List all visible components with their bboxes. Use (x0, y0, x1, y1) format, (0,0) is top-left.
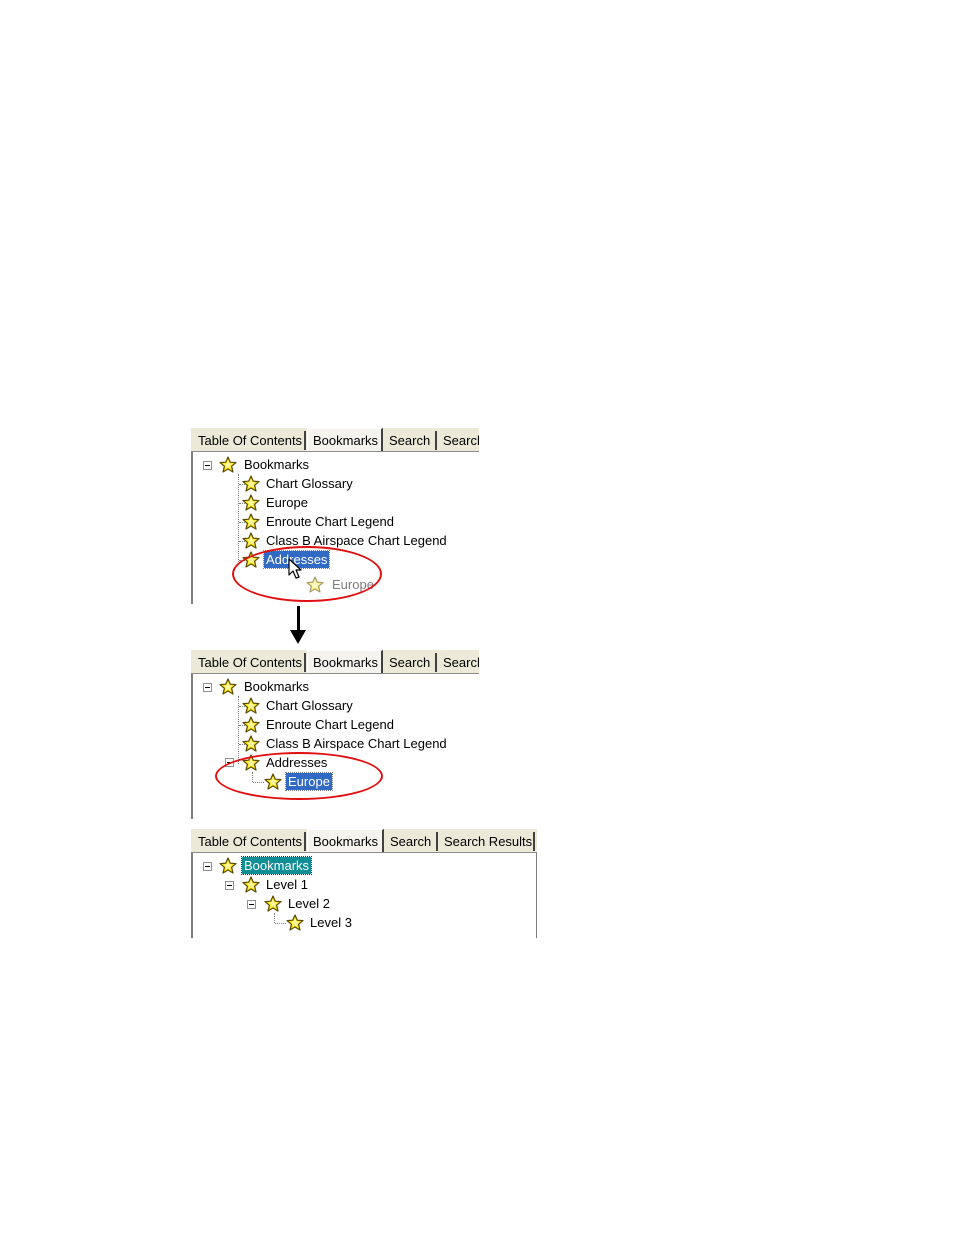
bookmark-star-icon (242, 551, 260, 568)
tree-line (252, 772, 253, 782)
tab-search-results[interactable]: Search Results (439, 832, 535, 851)
bookmark-root-label[interactable]: Bookmarks (240, 856, 313, 875)
bookmark-star-icon (242, 475, 260, 492)
bookmark-item[interactable]: Chart Glossary (264, 697, 355, 714)
arrow-shaft (297, 606, 300, 632)
tree-line (238, 474, 239, 562)
bookmark-tree: Bookmarks Level 1 Level 2 Level 3 (191, 853, 537, 938)
collapse-toggle[interactable] (225, 881, 234, 890)
tab-search[interactable]: Search (384, 653, 437, 672)
tree-line (274, 913, 275, 923)
bookmark-star-icon (264, 773, 282, 790)
bookmark-star-icon (219, 857, 237, 874)
bookmark-star-icon (242, 513, 260, 530)
tab-search[interactable]: Search (385, 832, 438, 851)
bookmarks-panel-drag: Table Of Contents Bookmarks Search Searc… (191, 428, 479, 604)
tree-line (253, 782, 264, 783)
collapse-toggle[interactable] (247, 900, 256, 909)
tab-table-of-contents[interactable]: Table Of Contents (193, 832, 306, 851)
bookmarks-panel-nested: Table Of Contents Bookmarks Search Searc… (191, 650, 479, 819)
tab-table-of-contents[interactable]: Table Of Contents (193, 653, 306, 672)
bookmark-item[interactable]: Level 2 (286, 895, 332, 912)
bookmark-star-icon (242, 754, 260, 771)
tree-line (275, 923, 286, 924)
bookmark-item[interactable]: Level 3 (308, 914, 354, 931)
drag-ghost-star-icon (306, 576, 324, 593)
collapse-toggle[interactable] (203, 683, 212, 692)
tab-table-of-contents[interactable]: Table Of Contents (193, 431, 306, 450)
bookmarks-panel-levels: Table Of Contents Bookmarks Search Searc… (191, 829, 537, 938)
bookmark-item[interactable]: Enroute Chart Legend (264, 716, 396, 733)
tab-bookmarks[interactable]: Bookmarks (307, 428, 383, 451)
bookmark-root-label[interactable]: Bookmarks (242, 456, 311, 473)
tab-bookmarks[interactable]: Bookmarks (307, 829, 384, 852)
collapse-toggle[interactable] (225, 758, 234, 767)
bookmark-item[interactable]: Chart Glossary (264, 475, 355, 492)
tab-bar: Table Of Contents Bookmarks Search Searc… (191, 428, 479, 452)
tab-search-results[interactable]: Search (438, 431, 479, 450)
drag-ghost-label: Europe (332, 577, 374, 592)
bookmark-star-icon (286, 914, 304, 931)
tab-bar: Table Of Contents Bookmarks Search Searc… (191, 650, 479, 674)
bookmark-item[interactable]: Europe (264, 494, 310, 511)
bookmark-item-selected[interactable]: Europe (285, 772, 333, 791)
bookmark-star-icon (242, 532, 260, 549)
collapse-toggle[interactable] (203, 461, 212, 470)
bookmark-item[interactable]: Level 1 (264, 876, 310, 893)
down-arrow-icon (290, 630, 306, 644)
bookmark-star-icon (242, 716, 260, 733)
mouse-pointer-icon (288, 558, 302, 579)
bookmark-star-icon (242, 876, 260, 893)
bookmark-item[interactable]: Enroute Chart Legend (264, 513, 396, 530)
bookmark-item[interactable]: Class B Airspace Chart Legend (264, 735, 449, 752)
tab-search[interactable]: Search (384, 431, 437, 450)
tab-search-results[interactable]: Search (438, 653, 479, 672)
tab-bar: Table Of Contents Bookmarks Search Searc… (191, 829, 537, 853)
bookmark-tree: Bookmarks Chart Glossary Europe Enroute … (191, 452, 479, 604)
bookmark-tree: Bookmarks Chart Glossary Enroute Chart L… (191, 674, 479, 819)
bookmark-star-icon (264, 895, 282, 912)
tab-bookmarks[interactable]: Bookmarks (307, 650, 383, 673)
bookmark-item[interactable]: Class B Airspace Chart Legend (264, 532, 449, 549)
collapse-toggle[interactable] (203, 862, 212, 871)
bookmark-star-icon (219, 678, 237, 695)
bookmark-star-icon (242, 494, 260, 511)
bookmark-star-icon (242, 697, 260, 714)
bookmark-star-icon (242, 735, 260, 752)
bookmark-star-icon (219, 456, 237, 473)
bookmark-root-label[interactable]: Bookmarks (242, 678, 311, 695)
bookmark-item[interactable]: Addresses (264, 754, 329, 771)
